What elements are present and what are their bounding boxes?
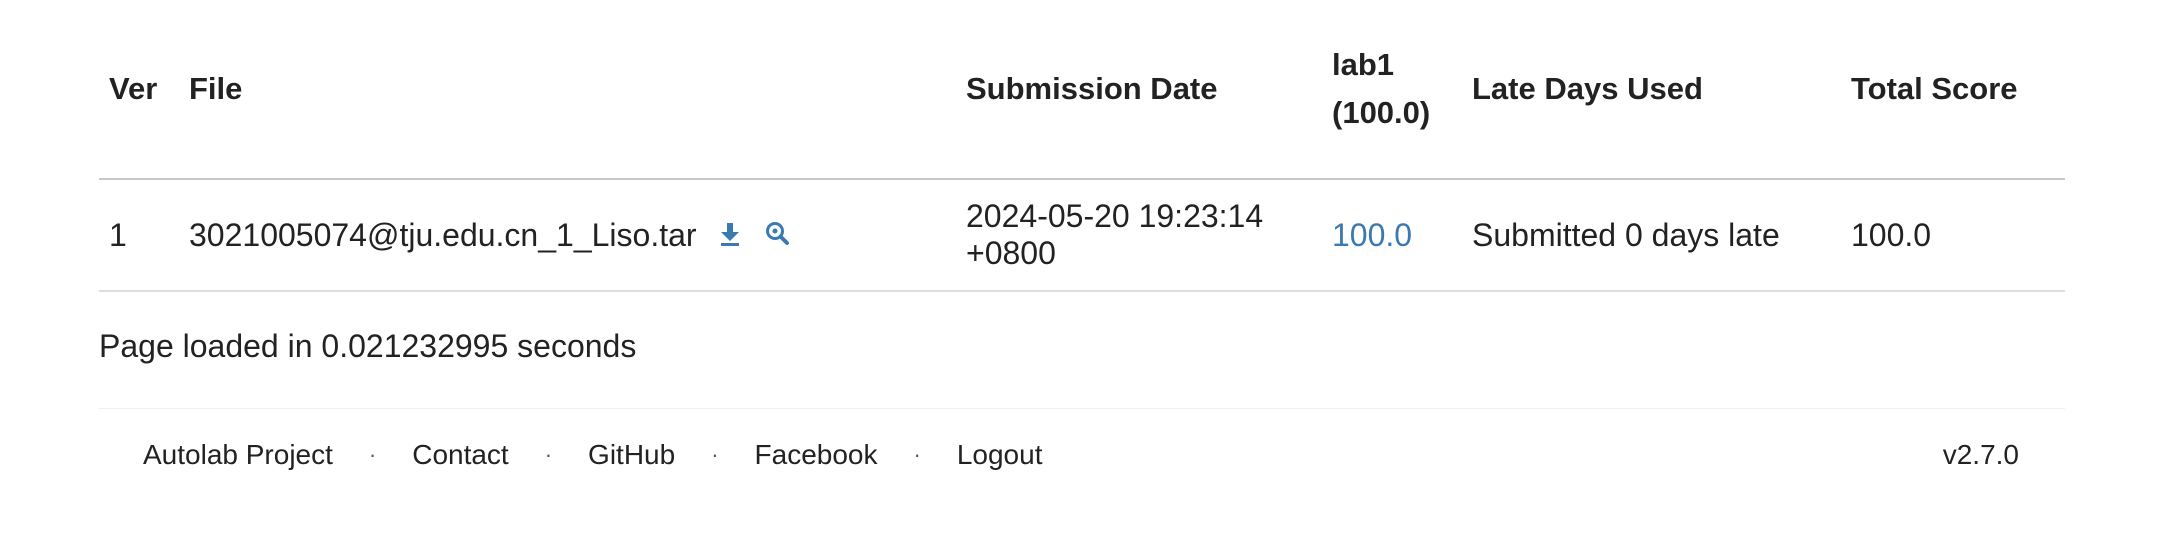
download-icon[interactable] — [717, 220, 743, 248]
lab1-score-link[interactable]: 100.0 — [1332, 217, 1412, 253]
cell-lab1-score: 100.0 — [1322, 179, 1462, 292]
header-submission-date: Submission Date — [956, 0, 1322, 180]
header-total-score: Total Score — [1841, 0, 2065, 180]
footer-separator: · — [368, 442, 377, 467]
footer-link-autolab-project[interactable]: Autolab Project — [143, 439, 333, 471]
footer-links: Autolab Project · Contact · GitHub · Fac… — [143, 439, 1042, 471]
magnifier-icon[interactable] — [764, 220, 790, 248]
table-row: 1 3021005074@tju.edu.cn_1_Liso.tar 2024-… — [99, 179, 2065, 292]
cell-total-score: 100.0 — [1841, 179, 2065, 292]
footer-separator: · — [711, 442, 719, 467]
cell-submission-date: 2024-05-20 19:23:14 +0800 — [956, 179, 1322, 292]
header-late-days: Late Days Used — [1462, 0, 1841, 180]
footer-link-logout[interactable]: Logout — [957, 439, 1043, 471]
file-name: 3021005074@tju.edu.cn_1_Liso.tar — [189, 216, 697, 253]
cell-file: 3021005074@tju.edu.cn_1_Liso.tar — [179, 179, 956, 292]
cell-ver: 1 — [99, 179, 179, 292]
footer-separator: · — [544, 442, 553, 467]
version-label: v2.7.0 — [1942, 439, 2019, 470]
footer: Autolab Project · Contact · GitHub · Fac… — [99, 408, 2065, 499]
header-lab1-name: lab1 — [1332, 47, 1395, 82]
cell-late-days: Submitted 0 days late — [1462, 179, 1841, 292]
footer-link-contact[interactable]: Contact — [412, 439, 509, 471]
footer-separator: · — [913, 442, 921, 467]
header-lab1: lab1 (100.0) — [1322, 0, 1462, 180]
page-load-time: Page loaded in 0.021232995 seconds — [99, 328, 637, 364]
submissions-container: Ver File Submission Date lab1 (100.0) La… — [99, 0, 2065, 499]
header-lab1-max: (100.0) — [1332, 95, 1431, 130]
header-ver: Ver — [99, 0, 179, 180]
header-file: File — [179, 0, 956, 180]
header-row: Ver File Submission Date lab1 (100.0) La… — [99, 0, 2065, 180]
submissions-table: Ver File Submission Date lab1 (100.0) La… — [99, 0, 2065, 292]
footer-link-facebook[interactable]: Facebook — [755, 439, 878, 471]
footer-link-github[interactable]: GitHub — [588, 439, 675, 471]
